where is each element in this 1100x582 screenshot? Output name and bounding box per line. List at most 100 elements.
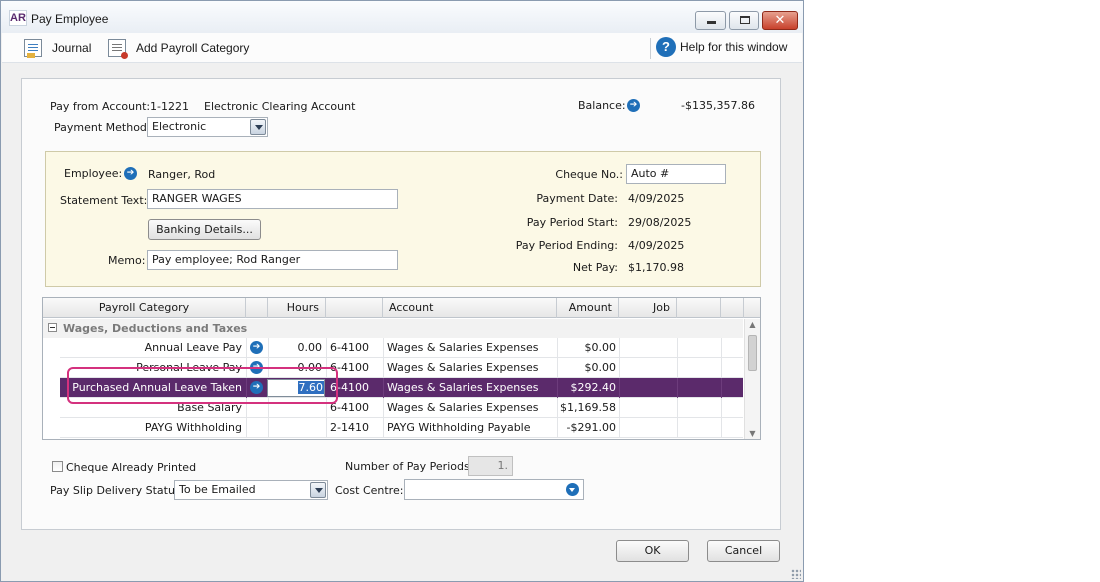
row-amount[interactable]: $0.00 bbox=[557, 338, 617, 358]
minimize-icon bbox=[707, 21, 716, 24]
number-of-pay-periods-input: 1. bbox=[468, 456, 513, 476]
header-job[interactable]: Job bbox=[619, 298, 677, 318]
memo-input[interactable]: Pay employee; Rod Ranger bbox=[147, 250, 398, 270]
collapse-icon[interactable] bbox=[48, 323, 57, 332]
add-payroll-category-button[interactable]: Add Payroll Category bbox=[108, 39, 250, 59]
row-hours[interactable] bbox=[268, 418, 322, 438]
cheque-already-printed-checkbox[interactable] bbox=[52, 461, 63, 472]
pay-from-account-name: Electronic Clearing Account bbox=[204, 100, 356, 113]
cost-centre-select[interactable] bbox=[404, 479, 584, 500]
row-account-number[interactable]: 6-4100 bbox=[330, 338, 369, 358]
net-pay-label: Net Pay: bbox=[572, 261, 618, 274]
row-account-name: Wages & Salaries Expenses bbox=[387, 341, 539, 354]
close-button[interactable]: ✕ bbox=[762, 11, 798, 30]
close-icon: ✕ bbox=[774, 13, 786, 28]
employee-label: Employee: bbox=[64, 167, 123, 180]
minimize-button[interactable] bbox=[695, 11, 726, 30]
window-title: Pay Employee bbox=[31, 12, 109, 26]
cheque-already-printed-label: Cheque Already Printed bbox=[66, 461, 197, 474]
row-category: Base Salary bbox=[177, 401, 242, 414]
table-row[interactable]: Annual Leave Pay 0.00 6-4100 Wages & Sal… bbox=[60, 338, 743, 358]
row-hours[interactable]: 0.00 bbox=[268, 338, 323, 358]
title-bar[interactable]: AR Pay Employee ✕ bbox=[1, 1, 803, 33]
journal-icon bbox=[24, 39, 42, 58]
ok-button[interactable]: OK bbox=[616, 540, 689, 562]
row-account-number[interactable]: 6-4100 bbox=[330, 378, 369, 398]
add-payroll-category-label: Add Payroll Category bbox=[136, 41, 250, 55]
journal-label: Journal bbox=[52, 41, 92, 55]
row-hours[interactable]: 0.00 bbox=[268, 358, 323, 378]
employee-detail-arrow-icon[interactable] bbox=[124, 166, 137, 180]
net-pay-value: $1,170.98 bbox=[628, 261, 684, 274]
help-label: Help for this window bbox=[680, 40, 788, 54]
scroll-down-icon[interactable]: ▼ bbox=[745, 429, 760, 438]
group-row[interactable]: Wages, Deductions and Taxes bbox=[43, 319, 743, 338]
cheque-no-input[interactable]: Auto # bbox=[626, 164, 726, 184]
pay-employee-window: AR Pay Employee ✕ Journal Add Payroll Ca… bbox=[0, 0, 804, 582]
statement-text-label: Statement Text: bbox=[60, 194, 148, 207]
pay-period-ending-value[interactable]: 4/09/2025 bbox=[628, 239, 684, 252]
journal-button[interactable]: Journal bbox=[24, 39, 92, 58]
header-payroll-category[interactable]: Payroll Category bbox=[43, 298, 246, 318]
header-extra bbox=[677, 298, 721, 318]
payroll-category-grid[interactable]: Payroll Category Hours Account Amount Jo… bbox=[42, 297, 761, 440]
group-label: Wages, Deductions and Taxes bbox=[63, 322, 248, 335]
hours-edit-value: 7.60 bbox=[297, 381, 324, 394]
scroll-up-icon[interactable]: ▲ bbox=[745, 320, 760, 329]
memo-label: Memo: bbox=[108, 254, 146, 267]
hours-edit-input[interactable]: 7.60 bbox=[267, 379, 325, 397]
help-button[interactable]: ? Help for this window bbox=[656, 37, 787, 57]
header-hours[interactable]: Hours bbox=[268, 298, 326, 318]
table-row[interactable]: Base Salary 6-4100 Wages & Salaries Expe… bbox=[60, 398, 743, 418]
row-account-name: Wages & Salaries Expenses bbox=[387, 361, 539, 374]
chevron-down-icon[interactable] bbox=[566, 483, 579, 496]
banking-details-button[interactable]: Banking Details... bbox=[148, 219, 261, 240]
row-amount[interactable]: -$291.00 bbox=[557, 418, 616, 438]
payment-date-value[interactable]: 4/09/2025 bbox=[628, 192, 684, 205]
row-amount[interactable]: $292.40 bbox=[557, 378, 617, 398]
payment-method-label: Payment Method: bbox=[54, 121, 151, 134]
table-row[interactable]: Personal Leave Pay 0.00 6-4100 Wages & S… bbox=[60, 358, 743, 378]
row-account-number[interactable]: 2-1410 bbox=[330, 418, 369, 438]
header-amount[interactable]: Amount bbox=[557, 298, 619, 318]
row-account-number[interactable]: 6-4100 bbox=[330, 398, 369, 418]
statement-text-input[interactable]: RANGER WAGES bbox=[147, 189, 398, 209]
row-category: PAYG Withholding bbox=[144, 421, 242, 434]
chevron-down-icon[interactable] bbox=[310, 482, 326, 498]
table-row-selected[interactable]: Purchased Annual Leave Taken 7.60 6-4100… bbox=[60, 378, 743, 398]
balance-label: Balance: bbox=[578, 99, 626, 112]
app-logo-icon: AR bbox=[9, 10, 27, 26]
header-extra-2 bbox=[721, 298, 744, 318]
row-account-name: PAYG Withholding Payable bbox=[387, 421, 531, 434]
pay-slip-delivery-status-select[interactable]: To be Emailed bbox=[174, 480, 328, 500]
maximize-button[interactable] bbox=[729, 11, 759, 30]
header-spacer bbox=[246, 298, 268, 318]
number-of-pay-periods-label: Number of Pay Periods: bbox=[345, 460, 474, 473]
row-account-name: Wages & Salaries Expenses bbox=[387, 381, 539, 394]
pay-from-account-label: Pay from Account: bbox=[50, 100, 151, 113]
row-detail-arrow-icon[interactable] bbox=[250, 340, 263, 354]
row-amount[interactable]: $0.00 bbox=[557, 358, 617, 378]
balance-detail-arrow-icon[interactable] bbox=[627, 98, 640, 112]
header-account[interactable]: Account bbox=[383, 298, 557, 318]
add-payroll-category-icon bbox=[108, 39, 128, 59]
payment-method-select[interactable]: Electronic bbox=[147, 117, 268, 137]
balance-value: -$135,357.86 bbox=[681, 99, 755, 112]
payment-method-value: Electronic bbox=[152, 120, 207, 133]
resize-grip[interactable] bbox=[791, 569, 801, 579]
employee-value: Ranger, Rod bbox=[148, 168, 216, 181]
cancel-button[interactable]: Cancel bbox=[707, 540, 780, 562]
row-hours[interactable] bbox=[268, 398, 322, 418]
row-detail-arrow-icon[interactable] bbox=[250, 380, 263, 394]
pay-period-ending-label: Pay Period Ending: bbox=[515, 239, 618, 252]
scroll-thumb[interactable] bbox=[748, 335, 757, 371]
toolbar-separator bbox=[650, 38, 651, 59]
row-detail-arrow-icon[interactable] bbox=[250, 360, 263, 374]
row-amount[interactable]: $1,169.58 bbox=[557, 398, 616, 418]
chevron-down-icon[interactable] bbox=[250, 119, 266, 135]
pay-period-start-value[interactable]: 29/08/2025 bbox=[628, 216, 691, 229]
pay-slip-delivery-status-value: To be Emailed bbox=[179, 483, 256, 496]
row-account-number[interactable]: 6-4100 bbox=[330, 358, 369, 378]
grid-scrollbar[interactable]: ▲ ▼ bbox=[744, 319, 760, 439]
table-row[interactable]: PAYG Withholding 2-1410 PAYG Withholding… bbox=[60, 418, 743, 438]
